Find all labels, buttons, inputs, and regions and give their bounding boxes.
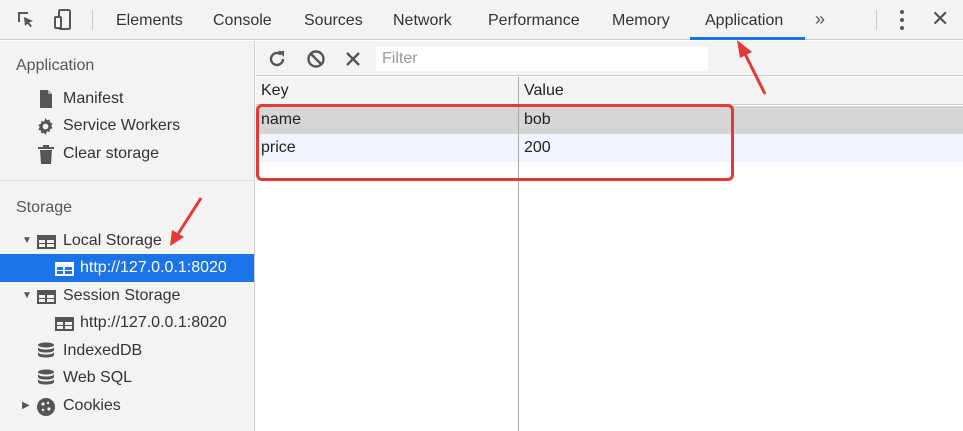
table-icon <box>55 314 74 332</box>
tab-sources[interactable]: Sources <box>304 0 363 40</box>
devtools-tab-bar: Elements Console Sources Network Perform… <box>0 0 963 40</box>
sidebar-item-websql[interactable]: Web SQL <box>0 364 254 392</box>
tab-application[interactable]: Application <box>705 0 783 40</box>
storage-toolbar <box>256 41 963 76</box>
device-toolbar-icon[interactable] <box>52 8 76 32</box>
section-divider <box>0 180 255 181</box>
toolbar-divider <box>92 10 93 30</box>
kebab-menu-icon[interactable] <box>897 10 907 32</box>
sidebar-item-label: http://127.0.0.1:8020 <box>80 259 227 276</box>
sidebar-item-local-storage-origin[interactable]: http://127.0.0.1:8020 <box>0 254 254 282</box>
sidebar-item-label: Clear storage <box>63 145 160 162</box>
tab-memory[interactable]: Memory <box>612 0 670 40</box>
clear-all-icon[interactable] <box>305 48 327 70</box>
tab-performance[interactable]: Performance <box>488 0 580 40</box>
trash-icon <box>38 145 56 164</box>
application-sidebar: Application Manifest Service Workers Cle… <box>0 41 255 431</box>
tab-elements[interactable]: Elements <box>116 0 183 40</box>
column-header-value[interactable]: Value <box>519 77 564 105</box>
table-icon <box>37 287 56 305</box>
section-title-application: Application <box>16 57 95 74</box>
filter-input[interactable] <box>376 47 708 71</box>
cookie-icon <box>36 397 55 416</box>
inspect-icon[interactable] <box>14 8 38 32</box>
sidebar-item-session-storage[interactable]: ▼ Session Storage <box>0 282 254 310</box>
collapsed-triangle-icon: ▶ <box>22 400 30 411</box>
column-header-key[interactable]: Key <box>256 77 289 105</box>
more-tabs-icon[interactable]: » <box>815 9 825 30</box>
database-icon <box>37 342 55 360</box>
sidebar-item-label: Manifest <box>63 90 124 107</box>
sidebar-item-clear-storage[interactable]: Clear storage <box>0 140 254 168</box>
refresh-icon[interactable] <box>266 48 288 70</box>
tab-network[interactable]: Network <box>393 0 452 40</box>
table-icon <box>55 259 74 277</box>
tab-console[interactable]: Console <box>213 0 272 40</box>
expanded-triangle-icon: ▼ <box>22 290 32 301</box>
document-icon <box>38 90 56 108</box>
sidebar-item-label: Local Storage <box>63 232 162 249</box>
delete-selected-icon[interactable] <box>342 48 364 70</box>
sidebar-item-cookies[interactable]: ▶ Cookies <box>0 392 254 420</box>
active-tab-indicator <box>690 37 805 40</box>
sidebar-item-manifest[interactable]: Manifest <box>0 85 254 113</box>
sidebar-item-label: IndexedDB <box>63 342 143 359</box>
sidebar-item-label: http://127.0.0.1:8020 <box>80 314 227 331</box>
section-title-storage: Storage <box>16 199 73 216</box>
close-icon[interactable]: ✕ <box>931 6 949 32</box>
sidebar-item-label: Session Storage <box>63 287 181 304</box>
database-icon <box>37 369 55 387</box>
storage-panel: Key Value name bob price 200 <box>256 41 963 431</box>
sidebar-item-local-storage[interactable]: ▼ Local Storage <box>0 227 254 255</box>
toolbar-divider <box>876 10 877 30</box>
expanded-triangle-icon: ▼ <box>22 235 32 246</box>
highlight-box <box>256 104 734 181</box>
sidebar-item-label: Cookies <box>63 397 121 414</box>
sidebar-item-session-storage-origin[interactable]: http://127.0.0.1:8020 <box>0 309 254 337</box>
sidebar-item-service-workers[interactable]: Service Workers <box>0 112 254 140</box>
sidebar-item-label: Service Workers <box>63 117 181 134</box>
grid-header: Key Value <box>256 77 963 105</box>
sidebar-item-label: Web SQL <box>63 369 133 386</box>
gear-icon <box>36 117 54 136</box>
table-icon <box>37 232 56 250</box>
sidebar-item-indexeddb[interactable]: IndexedDB <box>0 337 254 365</box>
